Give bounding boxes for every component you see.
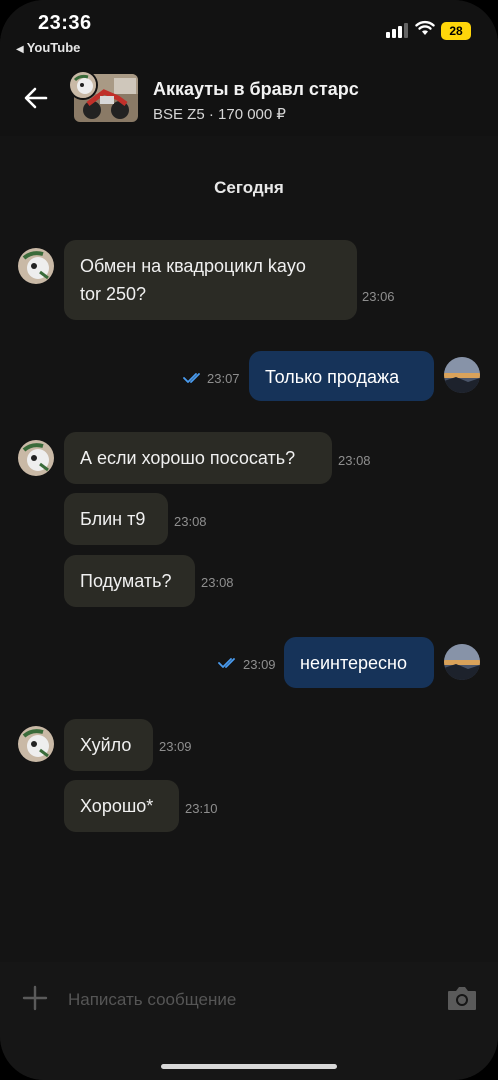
message-bubble-incoming[interactable]: Блин т9 <box>64 493 168 545</box>
chat-screen: 23:36 ◀ YouTube 28 Аккауты в бравл старс… <box>0 0 498 1080</box>
message-bubble-incoming[interactable]: Подумать? <box>64 555 195 607</box>
message-time: 23:08 <box>338 453 371 468</box>
message-text: А если хорошо пососать? <box>80 448 296 468</box>
wifi-icon <box>415 20 435 35</box>
seller-avatar[interactable] <box>18 248 54 284</box>
seller-avatar[interactable] <box>18 440 54 476</box>
message-composer <box>0 962 498 1080</box>
chat-title[interactable]: Аккауты в бравл старс <box>153 79 359 100</box>
message-text: Только продажа <box>265 367 400 387</box>
message-bubble-incoming[interactable]: Хуйло <box>64 719 153 771</box>
message-text: Хорошо* <box>80 796 154 816</box>
message-text: tor 250? <box>80 284 147 304</box>
message-time: 23:06 <box>362 289 395 304</box>
message-bubble-outgoing[interactable]: неинтересно <box>284 637 434 688</box>
signal-icon <box>386 22 408 38</box>
read-check-icon <box>183 373 200 383</box>
back-to-app-link[interactable]: ◀ YouTube <box>16 40 80 55</box>
camera-icon[interactable] <box>446 984 478 1012</box>
plus-icon[interactable] <box>22 985 48 1011</box>
back-arrow-icon[interactable] <box>22 84 50 112</box>
home-indicator[interactable] <box>161 1064 337 1069</box>
message-bubble-outgoing[interactable]: Только продажа <box>249 351 434 401</box>
message-time: 23:10 <box>185 801 218 816</box>
message-time: 23:09 <box>159 739 192 754</box>
my-avatar[interactable] <box>444 357 480 393</box>
message-time: 23:09 <box>243 657 276 672</box>
read-check-icon <box>218 658 235 668</box>
message-text: Подумать? <box>80 571 172 591</box>
message-time: 23:08 <box>174 514 207 529</box>
seller-avatar[interactable] <box>18 726 54 762</box>
chat-header: Аккауты в бравл старс BSE Z5 · 170 000 ₽ <box>0 62 498 136</box>
seller-avatar-small <box>68 70 98 100</box>
message-text: Обмен на квадроцикл kayo <box>80 256 306 276</box>
back-triangle-icon: ◀ <box>16 44 24 55</box>
day-separator: Сегодня <box>214 178 284 197</box>
back-app-label: YouTube <box>26 40 81 55</box>
message-time: 23:08 <box>201 575 234 590</box>
message-time: 23:07 <box>207 371 240 386</box>
message-bubble-incoming[interactable]: Обмен на квадроцикл kayo tor 250? <box>64 240 357 320</box>
message-text: Блин т9 <box>80 509 146 529</box>
status-time: 23:36 <box>38 12 92 34</box>
my-avatar[interactable] <box>444 644 480 680</box>
message-bubble-incoming[interactable]: А если хорошо пососать? <box>64 432 332 484</box>
chat-subtitle: BSE Z5 · 170 000 ₽ <box>153 106 286 123</box>
message-bubble-incoming[interactable]: Хорошо* <box>64 780 179 832</box>
message-input[interactable] <box>66 982 430 1018</box>
message-text: неинтересно <box>300 653 407 673</box>
battery-icon: 28 <box>441 22 471 40</box>
message-text: Хуйло <box>80 735 132 755</box>
status-bar: 23:36 ◀ YouTube 28 <box>0 0 498 62</box>
